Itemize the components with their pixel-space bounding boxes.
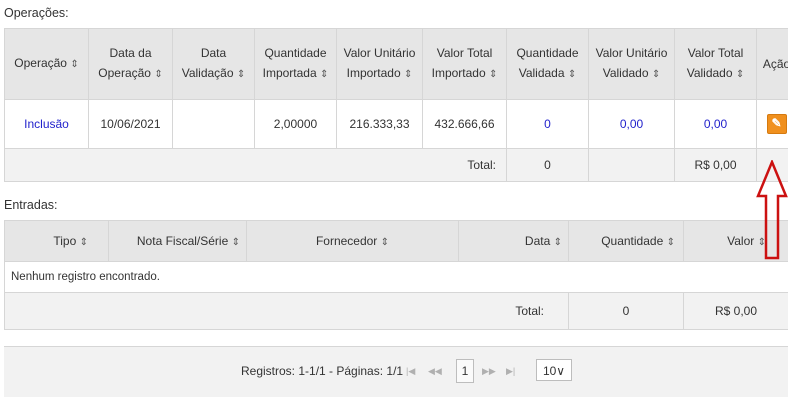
operations-total-row: Total: 0 R$ 0,00 <box>5 149 788 182</box>
cell-vt-importado: 432.666,66 <box>423 100 507 149</box>
sort-icon: ⇕ <box>404 69 412 80</box>
sort-icon: ⇕ <box>154 69 162 80</box>
total-valor: R$ 0,00 <box>684 293 788 330</box>
col-data-validacao[interactable]: DataValidação ⇕ <box>173 29 255 100</box>
cell-vt-validado[interactable]: 0,00 <box>675 100 757 149</box>
operations-title: Operações: <box>4 6 69 20</box>
edit-action-button[interactable]: ✎ <box>767 114 787 134</box>
prev-page-button[interactable]: ◀◀ <box>428 366 442 377</box>
total-valor: R$ 0,00 <box>675 149 757 182</box>
next-page-button[interactable]: ▶▶ <box>482 366 496 377</box>
cell-qtd-importada: 2,00000 <box>255 100 337 149</box>
col-quantidade[interactable]: Quantidade ⇕ <box>569 221 684 262</box>
col-vt-validado[interactable]: Valor TotalValidado ⇕ <box>675 29 757 100</box>
sort-icon: ⇕ <box>489 69 497 80</box>
cell-qtd-validada[interactable]: 0 <box>507 100 589 149</box>
first-page-button[interactable]: |◀ <box>406 366 415 377</box>
col-nota-fiscal[interactable]: Nota Fiscal/Série ⇕ <box>109 221 247 262</box>
sort-icon: ⇕ <box>70 59 78 70</box>
current-page-button[interactable]: 1 <box>456 359 474 383</box>
edit-icon: ✎ <box>772 116 782 130</box>
col-vu-importado[interactable]: Valor UnitárioImportado ⇕ <box>337 29 423 100</box>
sort-icon: ⇕ <box>80 237 88 248</box>
entries-table: Tipo ⇕ Nota Fiscal/Série ⇕ Fornecedor ⇕ … <box>4 220 788 330</box>
sort-icon: ⇕ <box>232 237 240 248</box>
red-up-arrow-icon <box>756 160 788 260</box>
sort-icon: ⇕ <box>652 69 660 80</box>
total-qtd: 0 <box>507 149 589 182</box>
col-qtd-validada[interactable]: QuantidadeValidada ⇕ <box>507 29 589 100</box>
last-page-button[interactable]: ▶| <box>506 366 515 377</box>
cell-data-operacao: 10/06/2021 <box>89 100 173 149</box>
col-vt-importado[interactable]: Valor TotalImportado ⇕ <box>423 29 507 100</box>
col-data[interactable]: Data ⇕ <box>459 221 569 262</box>
col-data-operacao[interactable]: Data daOperação ⇕ <box>89 29 173 100</box>
operations-table: Operação ⇕ Data daOperação ⇕ DataValidaç… <box>4 28 788 182</box>
total-qtd: 0 <box>569 293 684 330</box>
col-tipo[interactable]: Tipo ⇕ <box>5 221 109 262</box>
col-vu-validado[interactable]: Valor UnitárioValidado ⇕ <box>589 29 675 100</box>
sort-icon: ⇕ <box>320 69 328 80</box>
cell-acao: ✎ <box>757 100 788 149</box>
pagination-summary: Registros: 1-1/1 - Páginas: 1/1 <box>241 364 403 378</box>
entries-total-row: Total: 0 R$ 0,00 <box>5 293 788 330</box>
operacao-link[interactable]: Inclusão <box>5 100 89 149</box>
sort-icon: ⇕ <box>568 69 576 80</box>
col-qtd-importada[interactable]: QuantidadeImportada ⇕ <box>255 29 337 100</box>
pagination-bar: Registros: 1-1/1 - Páginas: 1/1 |◀ ◀◀ 1 … <box>4 346 788 397</box>
empty-message: Nenhum registro encontrado. <box>5 262 788 293</box>
table-row: Inclusão 10/06/2021 2,00000 216.333,33 4… <box>5 100 788 149</box>
col-fornecedor[interactable]: Fornecedor ⇕ <box>247 221 459 262</box>
sort-icon: ⇕ <box>381 237 389 248</box>
page-size-select[interactable]: 10 ∨ <box>536 359 572 381</box>
entries-title: Entradas: <box>4 198 58 212</box>
sort-icon: ⇕ <box>667 237 675 248</box>
sort-icon: ⇕ <box>554 237 562 248</box>
chevron-down-icon: ∨ <box>556 360 565 382</box>
total-label: Total: <box>5 293 569 330</box>
empty-row: Nenhum registro encontrado. <box>5 262 788 293</box>
sort-icon: ⇕ <box>237 69 245 80</box>
col-acao: Ação <box>757 29 788 100</box>
sort-icon: ⇕ <box>736 69 744 80</box>
col-operacao[interactable]: Operação ⇕ <box>5 29 89 100</box>
total-label: Total: <box>5 149 507 182</box>
cell-vu-importado: 216.333,33 <box>337 100 423 149</box>
cell-data-validacao <box>173 100 255 149</box>
cell-vu-validado[interactable]: 0,00 <box>589 100 675 149</box>
